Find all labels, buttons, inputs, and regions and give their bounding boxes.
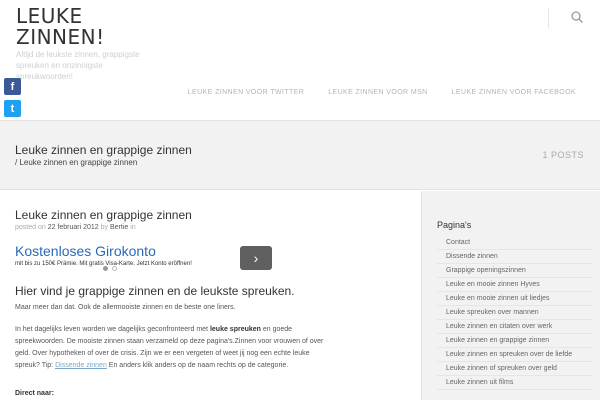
ad-subtitle: mit bis zu 150€ Prämie. Mit gratis Visa-… xyxy=(15,261,192,267)
post-author-link[interactable]: Bertie xyxy=(110,224,128,231)
post-meta-by: by xyxy=(100,224,109,231)
sidebar-item-grappige-zinnen[interactable]: Leuke zinnen en grappige zinnen xyxy=(437,334,592,348)
facebook-share-button[interactable]: f xyxy=(4,78,21,95)
post-meta-in: in xyxy=(130,224,136,231)
breadcrumb[interactable]: / Leuke zinnen en grappige zinnen xyxy=(15,158,137,167)
post-meta-prefix: posted on xyxy=(15,224,46,231)
page-title: Leuke zinnen en grappige zinnen xyxy=(15,143,192,157)
facebook-icon: f xyxy=(10,80,15,93)
sidebar-item-hyves[interactable]: Leuke en mooie zinnen Hyves xyxy=(437,278,592,292)
nav-item-twitter[interactable]: LEUKE ZINNEN VOOR TWITTER xyxy=(188,89,304,96)
ad-title[interactable]: Kostenloses Girokonto xyxy=(15,243,275,259)
post-date-link[interactable]: 22 februari 2012 xyxy=(48,224,99,231)
ad-dot-2[interactable] xyxy=(112,266,117,271)
chevron-right-icon: › xyxy=(253,250,259,266)
posts-count: 1 POSTS xyxy=(542,150,584,160)
site-tagline: Altijd de leukste zinnen, grappigste spr… xyxy=(16,50,140,81)
site-title-line2[interactable]: ZINNEN! xyxy=(16,27,176,48)
search-icon[interactable] xyxy=(570,10,584,24)
nav-item-msn[interactable]: LEUKE ZINNEN VOOR MSN xyxy=(328,89,427,96)
sidebar-item-liedjes[interactable]: Leuke en mooie zinnen uit liedjes xyxy=(437,292,592,306)
sidebar-item-liefde[interactable]: Leuke zinnen en spreuken over de liefde xyxy=(437,348,592,362)
sidebar-title: Pagina's xyxy=(437,220,472,230)
ad-dot-1[interactable] xyxy=(103,266,108,271)
body-text-3: En anders klik anders op de naam rechts … xyxy=(106,362,289,369)
body-paragraph: In het dagelijks leven worden we dagelij… xyxy=(15,324,335,372)
site-title-line1[interactable]: LEUKE xyxy=(16,6,176,27)
post-meta: posted on 22 februari 2012 by Bertie in xyxy=(15,224,136,231)
direct-naar-label: Direct naar: xyxy=(15,390,54,397)
twitter-icon: t xyxy=(10,102,15,115)
sidebar: Pagina's Contact Dissende zinnen Grappig… xyxy=(421,191,600,400)
nav-item-facebook[interactable]: LEUKE ZINNEN VOOR FACEBOOK xyxy=(452,89,576,96)
site-header: LEUKE ZINNEN! Altijd de leukste zinnen, … xyxy=(0,0,600,120)
header-divider xyxy=(548,8,549,28)
body-bold-text: leuke spreuken xyxy=(209,326,261,333)
sidebar-list: Contact Dissende zinnen Grappige opening… xyxy=(437,236,592,390)
ad-next-button[interactable]: › xyxy=(240,246,272,270)
sidebar-item-contact[interactable]: Contact xyxy=(437,236,592,250)
body-text-1: In het dagelijks leven worden we dagelij… xyxy=(15,326,210,333)
main-content: Leuke zinnen en grappige zinnen posted o… xyxy=(0,191,420,400)
dissende-zinnen-link[interactable]: Dissende zinnen xyxy=(55,362,107,369)
sidebar-item-openingszinnen[interactable]: Grappige openingszinnen xyxy=(437,264,592,278)
main-nav: LEUKE ZINNEN VOOR TWITTER LEUKE ZINNEN V… xyxy=(164,89,576,96)
post-title[interactable]: Leuke zinnen en grappige zinnen xyxy=(15,208,192,222)
page-title-bar: Leuke zinnen en grappige zinnen / Leuke … xyxy=(0,120,600,190)
site-logo[interactable]: LEUKE ZINNEN! Altijd de leukste zinnen, … xyxy=(16,6,176,82)
intro-paragraph: Maar meer dan dat. Ook de allermooiste z… xyxy=(15,304,236,311)
sidebar-item-films[interactable]: Leuke zinnen uit films xyxy=(437,376,592,390)
sidebar-item-geld[interactable]: Leuke zinnen of spreuken over geld xyxy=(437,362,592,376)
sidebar-item-mannen[interactable]: Leuke spreuken over mannen xyxy=(437,306,592,320)
sidebar-item-werk[interactable]: Leuke zinnen en citaten over werk xyxy=(437,320,592,334)
twitter-share-button[interactable]: t xyxy=(4,100,21,117)
sidebar-item-dissende-zinnen[interactable]: Dissende zinnen xyxy=(437,250,592,264)
ad-banner[interactable]: Kostenloses Girokonto mit bis zu 150€ Pr… xyxy=(15,243,275,273)
content-heading: Hier vind je grappige zinnen en de leuks… xyxy=(15,284,295,298)
ad-pagination xyxy=(103,266,117,271)
